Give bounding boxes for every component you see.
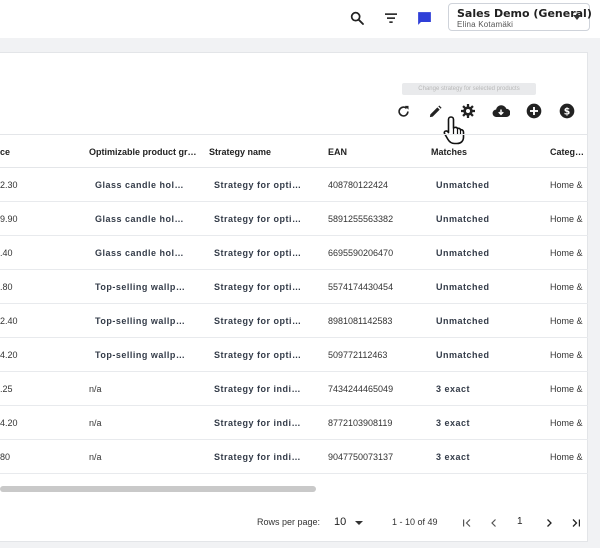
table-cell-strategy: Strategy for optimizing xyxy=(214,350,304,360)
column-header[interactable]: Category xyxy=(550,135,588,169)
table-cell-strategy: Strategy for optimizing xyxy=(214,248,304,258)
horizontal-scrollbar[interactable] xyxy=(0,486,316,492)
table-cell-group: Top-selling wallpapers xyxy=(95,316,187,326)
chevron-down-icon[interactable] xyxy=(355,521,363,525)
table-cell-ean: 5574174430454 xyxy=(328,282,394,292)
table-cell-price: 80 xyxy=(0,452,11,462)
rows-per-page-select[interactable]: 10 xyxy=(334,516,346,528)
products-table: ce Optimizable product group Strategy na… xyxy=(0,134,588,474)
table-row[interactable]: 2.30 Glass candle holder Strategy for opti… xyxy=(0,168,588,202)
table-cell-category: Home & xyxy=(550,248,583,258)
table-cell-ean: 509772112463 xyxy=(328,350,388,360)
table-cell-matches: Unmatched xyxy=(436,316,490,326)
previous-page-icon[interactable] xyxy=(485,514,503,532)
table-cell-matches: Unmatched xyxy=(436,282,490,292)
cloud-download-icon[interactable] xyxy=(491,101,511,121)
table-cell-strategy: Strategy for optimizing xyxy=(214,214,304,224)
account-name: Sales Demo (General) xyxy=(457,7,592,20)
rows-per-page-label: Rows per page: xyxy=(257,517,321,527)
table-cell-category: Home & xyxy=(550,316,583,326)
table-cell-strategy: Strategy for optimizing xyxy=(214,282,304,292)
table-cell-matches: 3 exact xyxy=(436,452,471,462)
column-header[interactable]: EAN xyxy=(328,135,423,169)
table-cell-strategy: Strategy for optimizing xyxy=(214,180,304,190)
last-page-icon[interactable] xyxy=(567,514,585,532)
table-row[interactable]: 4.20 n/a Strategy for individual 8772103908… xyxy=(0,406,588,440)
pagination: Rows per page: 10 1 - 10 of 49 1 xyxy=(0,508,588,538)
first-page-icon[interactable] xyxy=(458,514,476,532)
account-user: Elina Kotamäki xyxy=(457,20,514,29)
table-cell-group: n/a xyxy=(89,452,102,462)
page-range: 1 - 10 of 49 xyxy=(392,517,438,527)
add-circle-icon[interactable] xyxy=(524,101,544,121)
table-cell-ean: 7434244465049 xyxy=(328,384,394,394)
table-cell-price: .40 xyxy=(0,248,13,258)
table-cell-price: .25 xyxy=(0,384,13,394)
table-cell-price: 4.20 xyxy=(0,418,18,428)
current-page: 1 xyxy=(517,516,523,527)
table-cell-matches: Unmatched xyxy=(436,350,490,360)
column-header[interactable]: Strategy name xyxy=(209,135,319,169)
table-cell-matches: Unmatched xyxy=(436,180,490,190)
table-row[interactable]: 2.40 Top-selling wallpapers Strategy for o… xyxy=(0,304,588,338)
table-cell-group: Glass candle holder xyxy=(95,248,187,258)
table-row[interactable]: .25 n/a Strategy for individual 74342444650… xyxy=(0,372,588,406)
tooltip: Change strategy for selected products xyxy=(402,83,536,95)
table-cell-price: .80 xyxy=(0,282,13,292)
table-cell-ean: 5891255563382 xyxy=(328,214,394,224)
next-page-icon[interactable] xyxy=(540,514,558,532)
column-header[interactable]: Optimizable product group xyxy=(89,135,199,169)
table-cell-category: Home & xyxy=(550,350,583,360)
products-card: Change strategy for selected products $ … xyxy=(0,52,588,542)
table-cell-strategy: Strategy for individual xyxy=(214,452,304,462)
table-cell-group: Top-selling wallpapers xyxy=(95,282,187,292)
table-cell-price: 2.30 xyxy=(0,180,18,190)
table-cell-matches: 3 exact xyxy=(436,384,471,394)
dollar-circle-icon[interactable]: $ xyxy=(557,101,577,121)
chat-icon[interactable] xyxy=(413,7,435,29)
table-cell-strategy: Strategy for individual xyxy=(214,418,304,428)
top-bar: Sales Demo (General) Elina Kotamäki xyxy=(0,0,600,38)
table-cell-category: Home & xyxy=(550,214,583,224)
table-cell-category: Home & xyxy=(550,282,583,292)
table-cell-strategy: Strategy for optimizing xyxy=(214,316,304,326)
table-cell-category: Home & xyxy=(550,452,583,462)
table-cell-ean: 8772103908119 xyxy=(328,418,393,428)
table-cell-matches: Unmatched xyxy=(436,248,490,258)
table-cell-group: n/a xyxy=(89,418,102,428)
column-header[interactable]: Matches xyxy=(431,135,526,169)
table-cell-group: n/a xyxy=(89,384,102,394)
table-cell-matches: 3 exact xyxy=(436,418,471,428)
table-cell-group: Glass candle holder xyxy=(95,214,187,224)
chevron-down-icon xyxy=(573,15,581,20)
table-cell-price: 2.40 xyxy=(0,316,18,326)
table-cell-strategy: Strategy for individual xyxy=(214,384,304,394)
table-cell-price: 4.20 xyxy=(0,350,18,360)
table-row[interactable]: .40 Glass candle holder Strategy for optim… xyxy=(0,236,588,270)
table-cell-category: Home & xyxy=(550,418,583,428)
search-icon[interactable] xyxy=(346,7,368,29)
table-cell-category: Home & xyxy=(550,180,583,190)
table-cell-ean: 408780122424 xyxy=(328,180,389,190)
column-header[interactable]: ce xyxy=(0,135,60,169)
table-cell-price: 9.90 xyxy=(0,214,18,224)
table-cell-ean: 8981081142583 xyxy=(328,316,393,326)
table-cell-ean: 6695590206470 xyxy=(328,248,394,258)
table-cell-group: Glass candle holder xyxy=(95,180,187,190)
svg-text:$: $ xyxy=(564,106,571,117)
table-row[interactable]: .80 Top-selling wallpapers Strategy for op… xyxy=(0,270,588,304)
table-row[interactable]: 9.90 Glass candle holder Strategy for opti… xyxy=(0,202,588,236)
filter-icon[interactable] xyxy=(380,7,402,29)
table-cell-ean: 9047750073137 xyxy=(328,452,394,462)
table-cell-matches: Unmatched xyxy=(436,214,490,224)
table-header: ce Optimizable product group Strategy na… xyxy=(0,134,588,168)
table-row[interactable]: 80 n/a Strategy for individual 904775007313… xyxy=(0,440,588,474)
account-selector[interactable]: Sales Demo (General) Elina Kotamäki xyxy=(448,3,592,31)
refresh-icon[interactable] xyxy=(393,101,413,121)
table-cell-group: Top-selling wallpapers xyxy=(95,350,187,360)
table-row[interactable]: 4.20 Top-selling wallpapers Strategy for o… xyxy=(0,338,588,372)
table-cell-category: Home & xyxy=(550,384,583,394)
